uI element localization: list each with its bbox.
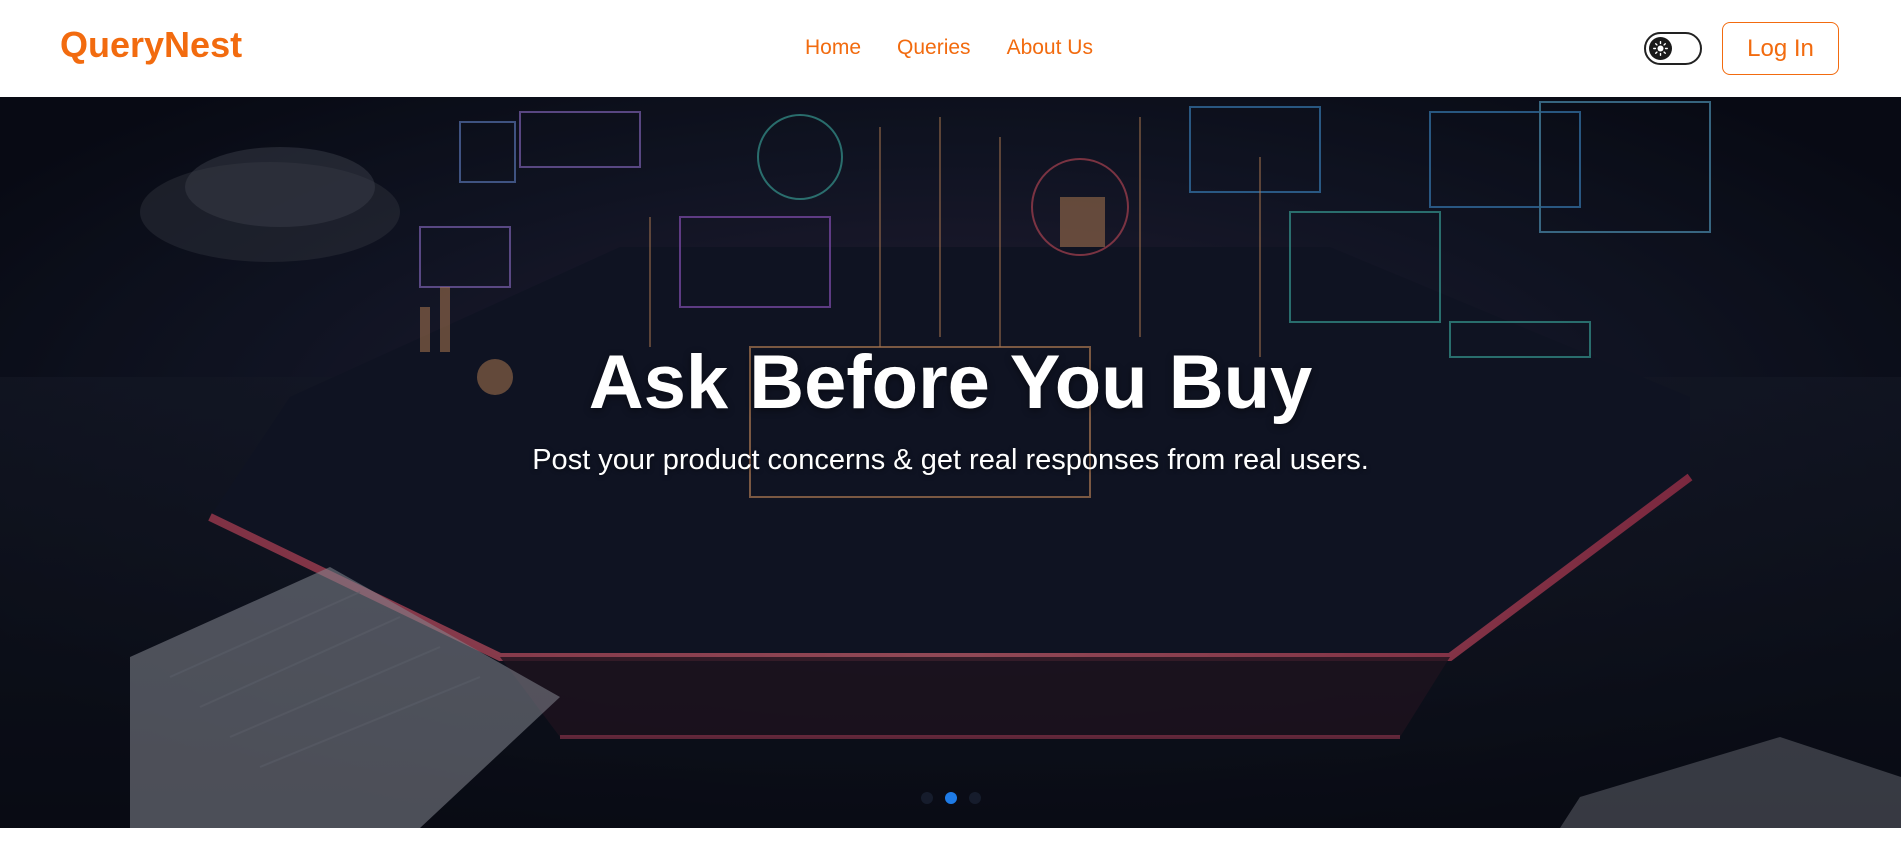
carousel-dot-1[interactable]	[920, 792, 933, 804]
hero-subtitle: Post your product concerns & get real re…	[532, 444, 1369, 476]
carousel-dot-2[interactable]	[944, 792, 957, 804]
nav-links: Home Queries About Us	[805, 37, 1093, 59]
carousel-dot-3[interactable]	[968, 792, 981, 804]
hero-title: Ask Before You Buy	[588, 340, 1313, 425]
nav-item-home: Home	[805, 37, 861, 59]
sun-icon	[1649, 37, 1672, 60]
hero-carousel: Ask Before You Buy Post your product con…	[0, 97, 1901, 828]
nav-item-queries: Queries	[897, 37, 971, 59]
navbar: QueryNest Home Queries About Us Log In	[0, 0, 1901, 97]
theme-toggle[interactable]	[1644, 32, 1702, 65]
nav-link-queries[interactable]: Queries	[897, 36, 971, 59]
nav-link-home[interactable]: Home	[805, 36, 861, 59]
nav-link-about-us[interactable]: About Us	[1007, 36, 1093, 59]
login-button[interactable]: Log In	[1722, 22, 1839, 75]
page-bottom-strip	[0, 828, 1901, 841]
nav-item-about: About Us	[1007, 37, 1093, 59]
brand-logo[interactable]: QueryNest	[60, 27, 242, 63]
carousel-indicators	[0, 792, 1901, 804]
